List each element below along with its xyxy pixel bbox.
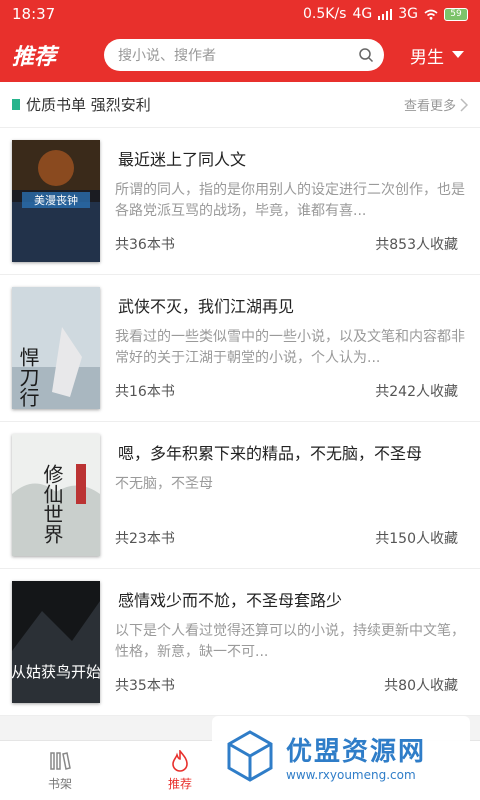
booklist-description: 我看过的一些类似雪中的一些小说，以及文笔和内容都非常好的关于江湖于朝堂的小说，个… xyxy=(115,329,465,366)
app-bar: 推荐 搜小说、搜作者 男生 xyxy=(0,28,480,82)
chevron-right-icon xyxy=(460,97,468,112)
book-count: 共35本书 xyxy=(115,678,175,694)
status-time: 18:37 xyxy=(12,5,56,23)
list-item[interactable]: 悍刀行 武侠不灭，我们江湖再见 我看过的一些类似雪中的一些小说，以及文笔和内容都… xyxy=(0,275,480,422)
watermark-url: www.rxyoumeng.com xyxy=(286,767,416,782)
cube-logo-icon xyxy=(227,730,273,782)
book-count: 共23本书 xyxy=(115,531,175,547)
signal-4g: 4G xyxy=(352,6,373,22)
tab-label: 推荐 xyxy=(167,777,192,791)
booklist-title: 武侠不灭，我们江湖再见 xyxy=(118,297,295,316)
section-header: 优质书单 强烈安利 查看更多 xyxy=(0,82,480,128)
watermark-overlay: 优盟资源网 www.rxyoumeng.com xyxy=(212,716,470,796)
page-title: 推荐 xyxy=(12,45,57,70)
view-more-label: 查看更多 xyxy=(403,99,456,114)
booklist-title: 最近迷上了同人文 xyxy=(118,150,247,169)
booklist: 美漫丧钟 最近迷上了同人文 所谓的同人，指的是你用别人的设定进行二次创作，也是各… xyxy=(0,128,480,716)
signal-3g: 3G xyxy=(398,6,418,22)
search-icon[interactable] xyxy=(358,47,374,63)
favorite-count: 共242人收藏 xyxy=(375,384,458,400)
section-title: 优质书单 强烈安利 xyxy=(26,96,151,114)
battery-icon: 59 xyxy=(444,7,468,21)
booklist-title: 嗯，多年积累下来的精品，不无脑，不圣母 xyxy=(118,444,423,463)
cover-title: 修仙世界 xyxy=(40,464,64,544)
tab-label: 书架 xyxy=(47,777,72,791)
tab-bookshelf[interactable]: 书架 xyxy=(12,741,108,800)
caret-down-icon xyxy=(452,51,464,58)
wifi-icon xyxy=(424,9,438,20)
flame-icon xyxy=(172,750,188,772)
book-cover: 修仙世界 xyxy=(12,434,100,556)
list-item[interactable]: 美漫丧钟 最近迷上了同人文 所谓的同人，指的是你用别人的设定进行二次创作，也是各… xyxy=(0,128,480,275)
booklist-title: 感情戏少而不尬，不圣母套路少 xyxy=(118,591,343,610)
network-speed: 0.5K/s xyxy=(303,6,347,22)
cover-title: 悍刀行 xyxy=(16,347,40,407)
list-item[interactable]: 从姑获鸟开始 感情戏少而不尬，不圣母套路少 以下是个人看过觉得还算可以的小说，持… xyxy=(0,569,480,716)
bookshelf-icon xyxy=(50,752,71,770)
booklist-description: 所谓的同人，指的是你用别人的设定进行二次创作，也是各路党派互骂的战场，毕竟，谁都… xyxy=(115,182,465,219)
cover-title: 从姑获鸟开始 xyxy=(12,663,100,681)
favorite-count: 共150人收藏 xyxy=(375,531,458,547)
bookmark-flag-icon xyxy=(12,99,20,110)
view-more-link[interactable]: 查看更多 xyxy=(404,95,468,114)
search-placeholder: 搜小说、搜作者 xyxy=(118,48,216,64)
booklist-description: 不无脑，不圣母 xyxy=(115,476,213,492)
cover-title: 美漫丧钟 xyxy=(34,193,78,207)
watermark-text: 优盟资源网 www.rxyoumeng.com xyxy=(286,731,426,782)
favorite-count: 共80人收藏 xyxy=(384,678,458,694)
status-bar: 18:37 0.5K/s 4G 3G 59 xyxy=(0,0,480,28)
gender-selector[interactable]: 男生 xyxy=(410,43,468,68)
book-count: 共36本书 xyxy=(115,237,175,253)
status-indicators: 0.5K/s 4G 3G 59 xyxy=(303,6,468,22)
search-input[interactable]: 搜小说、搜作者 xyxy=(104,39,384,71)
book-cover: 美漫丧钟 xyxy=(12,140,100,262)
booklist-description: 以下是个人看过觉得还算可以的小说，持续更新中文笔，性格，新意，缺一不可... xyxy=(115,623,465,660)
book-count: 共16本书 xyxy=(115,384,175,400)
list-item[interactable]: 修仙世界 嗯，多年积累下来的精品，不无脑，不圣母 不无脑，不圣母 共23本书 共… xyxy=(0,422,480,569)
book-cover: 悍刀行 xyxy=(12,287,100,409)
gender-label: 男生 xyxy=(410,47,444,68)
book-cover: 从姑获鸟开始 xyxy=(12,581,100,703)
watermark-title: 优盟资源网 xyxy=(286,736,427,767)
signal-bars-icon xyxy=(378,8,393,20)
favorite-count: 共853人收藏 xyxy=(375,237,458,253)
